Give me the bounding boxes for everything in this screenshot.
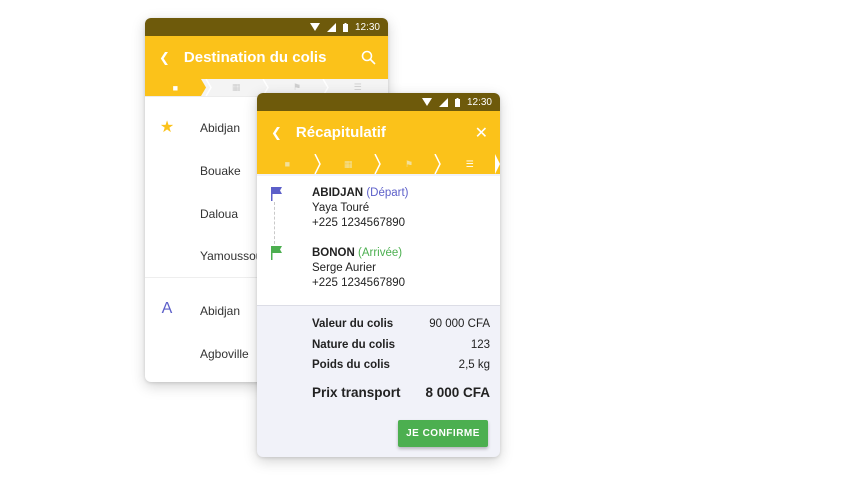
coins-icon: ☰ xyxy=(465,158,474,169)
total-label: Prix transport xyxy=(312,385,401,400)
step-chat[interactable]: ■ xyxy=(145,79,206,96)
page-title: Destination du colis xyxy=(183,49,327,66)
arrival-name: Serge Aurier xyxy=(312,262,376,274)
departure-tag: (Départ) xyxy=(366,187,409,199)
status-time: 12:30 xyxy=(466,96,492,108)
total-value: 8 000 CFA xyxy=(425,385,490,400)
arrival-city: BONON xyxy=(312,247,355,259)
departure-block: ABIDJAN (Départ) Yaya Touré +225 1234567… xyxy=(312,186,409,231)
step-flag[interactable]: ⚑ xyxy=(379,154,440,174)
flag-icon: ⚑ xyxy=(404,158,413,169)
battery-icon xyxy=(342,22,348,32)
step-calendar[interactable]: ▦ xyxy=(318,154,379,174)
city-name: Bouake xyxy=(200,164,241,178)
city-name: Abidjan xyxy=(200,121,241,135)
departure-city: ABIDJAN xyxy=(312,187,364,199)
flag-icon: ⚑ xyxy=(292,82,301,92)
step-calendar[interactable]: ▦ xyxy=(206,79,267,96)
section-letter: A xyxy=(161,300,173,317)
city-name: Daloua xyxy=(200,207,239,221)
coins-icon: ☰ xyxy=(353,82,362,92)
detail-row: Nature du colis 123 xyxy=(312,339,490,351)
progress-stepper: ■ ▦ ⚑ ☰ xyxy=(257,154,500,174)
detail-label: Nature du colis xyxy=(312,339,396,351)
detail-value: 90 000 CFA xyxy=(429,318,490,330)
search-icon[interactable] xyxy=(361,50,376,65)
app-bar: ❮ Récapitulatif ✕ xyxy=(257,111,500,154)
battery-icon xyxy=(454,97,460,107)
status-time: 12:30 xyxy=(354,21,380,33)
chevron-left-icon[interactable]: ❮ xyxy=(271,125,282,141)
city-name: Abidjan xyxy=(200,304,241,318)
arrival-tag: (Arrivée) xyxy=(358,247,403,259)
detail-row: Poids du colis 2,5 kg xyxy=(312,359,490,371)
step-coins[interactable]: ☰ xyxy=(439,154,500,174)
arrival-block: BONON (Arrivée) Serge Aurier +225 123456… xyxy=(312,246,405,291)
total-row: Prix transport 8 000 CFA xyxy=(312,385,490,400)
confirm-button[interactable]: JE CONFIRME xyxy=(398,420,488,447)
arrival-phone: +225 1234567890 xyxy=(312,277,406,289)
star-icon: ★ xyxy=(159,119,175,136)
detail-row: Valeur du colis 90 000 CFA xyxy=(312,318,490,330)
calendar-icon: ▦ xyxy=(343,158,353,169)
signal-icon xyxy=(326,22,336,32)
detail-label: Poids du colis xyxy=(312,359,390,371)
page-title: Récapitulatif xyxy=(295,124,386,141)
departure-phone: +225 1234567890 xyxy=(312,217,406,229)
status-bar: 12:30 xyxy=(257,93,500,111)
flag-icon xyxy=(271,246,282,260)
city-name: Agboville xyxy=(200,347,249,361)
departure-name: Yaya Touré xyxy=(312,202,370,214)
step-chat[interactable]: ■ xyxy=(257,154,318,174)
flag-icon xyxy=(271,187,282,201)
detail-value: 123 xyxy=(470,339,490,351)
app-bar: ❮ Destination du colis xyxy=(145,36,388,79)
route-line xyxy=(274,202,275,244)
chat-icon: ■ xyxy=(284,159,291,169)
route-summary: ABIDJAN (Départ) Yaya Touré +225 1234567… xyxy=(257,176,500,306)
summary-screen: 12:30 ❮ Récapitulatif ✕ ■ ▦ ⚑ ☰ ABIDJAN … xyxy=(257,93,500,457)
signal-icon xyxy=(438,97,448,107)
wifi-icon xyxy=(309,23,320,31)
close-icon[interactable]: ✕ xyxy=(475,123,488,143)
wifi-icon xyxy=(421,98,432,106)
detail-value: 2,5 kg xyxy=(458,359,490,371)
calendar-icon: ▦ xyxy=(231,82,241,92)
detail-label: Valeur du colis xyxy=(312,318,394,330)
chevron-left-icon[interactable]: ❮ xyxy=(159,50,170,66)
status-bar: 12:30 xyxy=(145,18,388,36)
chat-icon: ■ xyxy=(172,82,179,93)
